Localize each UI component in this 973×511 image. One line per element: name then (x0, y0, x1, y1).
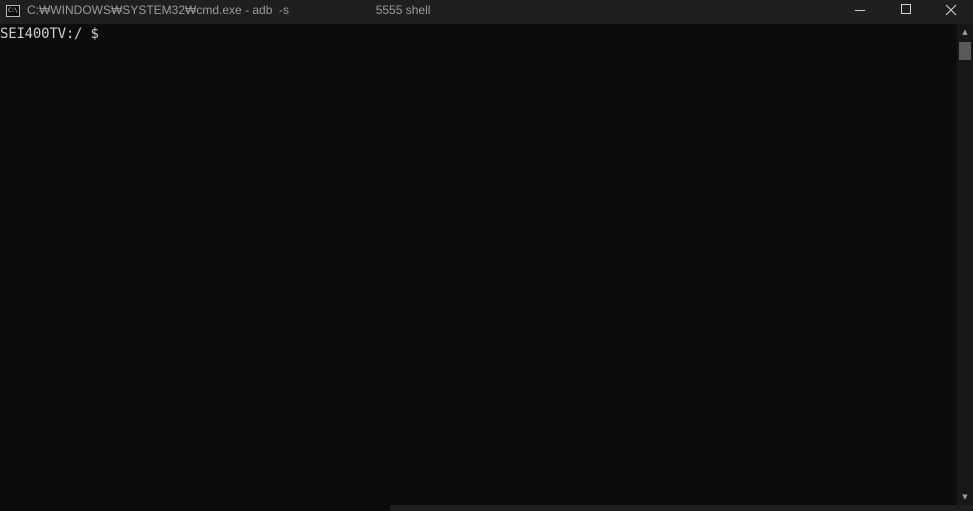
close-icon (945, 4, 957, 16)
title-bar[interactable]: C:\ C:₩WINDOWS₩SYSTEM32₩cmd.exe - adb -s… (0, 0, 973, 24)
window-title: C:₩WINDOWS₩SYSTEM32₩cmd.exe - adb -s 555… (27, 3, 431, 17)
maximize-button[interactable] (884, 0, 928, 24)
maximize-icon (901, 4, 911, 14)
cmd-icon-glyph: C:\ (8, 7, 18, 14)
horizontal-scroll-track (0, 505, 390, 511)
vertical-scrollbar[interactable]: ▲ ▼ (957, 24, 973, 505)
shell-prompt: SEI400TV:/ $ (0, 26, 99, 42)
cmd-window: C:\ C:₩WINDOWS₩SYSTEM32₩cmd.exe - adb -s… (0, 0, 973, 511)
console-output[interactable]: SEI400TV:/ $ (0, 24, 956, 505)
cmd-icon[interactable]: C:\ (6, 5, 20, 17)
close-button[interactable] (929, 0, 973, 24)
minimize-icon (855, 10, 865, 11)
scroll-up-arrow-icon[interactable]: ▲ (957, 24, 973, 40)
minimize-button[interactable] (837, 0, 881, 24)
bottom-border (0, 505, 973, 511)
scroll-down-arrow-icon[interactable]: ▼ (957, 489, 973, 505)
scroll-thumb[interactable] (959, 42, 971, 60)
